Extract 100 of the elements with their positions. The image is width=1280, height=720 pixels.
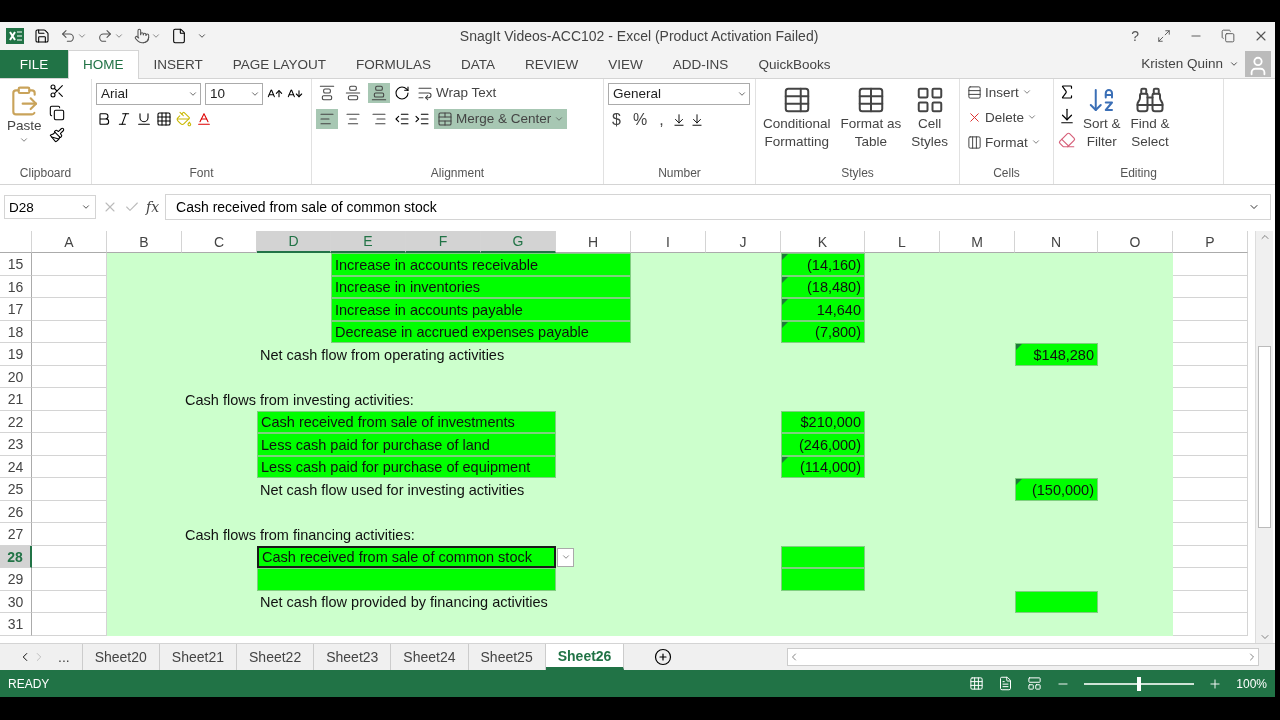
file-tab[interactable]: FILE xyxy=(0,49,68,78)
table-cell[interactable]: (150,000) xyxy=(1015,478,1098,501)
row-header[interactable]: 24 xyxy=(0,455,32,479)
orientation-icon[interactable] xyxy=(394,84,410,101)
vertical-align-button[interactable] xyxy=(368,82,390,103)
font-name-field[interactable]: Arial xyxy=(96,82,201,105)
column-header[interactable]: A xyxy=(32,231,107,254)
table-cell[interactable] xyxy=(1173,500,1248,524)
horizontal-scrollbar[interactable] xyxy=(787,648,1259,667)
table-cell[interactable] xyxy=(781,568,865,591)
styles-button[interactable]: Cell Styles xyxy=(908,82,952,167)
table-cell[interactable] xyxy=(1173,433,1248,456)
table-cell[interactable]: Less cash paid for purchase of land xyxy=(257,433,556,456)
fill-color-icon[interactable] xyxy=(176,110,192,127)
table-cell[interactable]: $148,280 xyxy=(1015,343,1098,366)
row-header[interactable]: 21 xyxy=(0,388,32,411)
ribbon-tab[interactable]: REVIEW xyxy=(510,49,594,78)
help-button[interactable]: ? xyxy=(1131,27,1139,44)
table-cell[interactable] xyxy=(1015,590,1098,614)
column-header[interactable]: J xyxy=(706,231,781,254)
table-cell[interactable]: Net cash flow used for investing activities xyxy=(257,478,781,501)
table-cell[interactable]: Increase in inventories xyxy=(331,275,631,299)
ribbon-tab[interactable]: VIEW xyxy=(593,49,658,78)
row-header[interactable]: 25 xyxy=(0,478,32,501)
table-cell[interactable]: (114,000) xyxy=(781,455,865,479)
table-cell[interactable] xyxy=(1173,410,1248,434)
table-cell[interactable] xyxy=(1173,568,1248,591)
formula-field[interactable]: Cash received from sale of common stock xyxy=(165,194,1271,221)
table-cell[interactable] xyxy=(1173,298,1248,321)
row-header[interactable]: 30 xyxy=(0,590,32,614)
table-cell[interactable] xyxy=(257,568,556,591)
row-header[interactable]: 28 xyxy=(0,545,32,569)
table-cell[interactable]: (14,160) xyxy=(781,253,865,276)
row-header[interactable]: 29 xyxy=(0,568,32,591)
undo-icon[interactable] xyxy=(60,27,76,44)
select-all-button[interactable] xyxy=(0,231,32,254)
row-header[interactable]: 15 xyxy=(0,253,32,276)
cells-button[interactable]: Format xyxy=(964,132,1044,152)
table-cell[interactable] xyxy=(1173,523,1248,546)
table-cell[interactable]: Net cash flow provided by financing activities xyxy=(257,590,781,614)
number-format-button[interactable]: , xyxy=(655,110,668,129)
ribbon-tab[interactable]: PAGE LAYOUT xyxy=(217,49,342,78)
table-cell[interactable] xyxy=(1173,590,1248,614)
ribbon-tab[interactable]: ADD-INS xyxy=(657,49,744,78)
table-cell[interactable]: Less cash paid for purchase of equipment xyxy=(257,455,556,479)
column-header[interactable]: I xyxy=(631,231,706,254)
font-size-field[interactable]: 10 xyxy=(205,82,263,105)
ribbon-tab[interactable]: DATA xyxy=(446,49,511,78)
table-cell[interactable]: Cash flows from investing activities: xyxy=(182,388,631,411)
column-header[interactable]: P xyxy=(1173,231,1248,254)
paste-button[interactable]: Paste xyxy=(4,82,45,167)
table-cell[interactable] xyxy=(1173,388,1248,411)
column-header[interactable]: K xyxy=(781,231,865,254)
name-box[interactable]: D28 xyxy=(4,195,96,220)
column-header[interactable]: F xyxy=(406,231,481,254)
row-header[interactable]: 26 xyxy=(0,500,32,524)
ribbon-tab[interactable]: FORMULAS xyxy=(341,49,447,78)
table-cell[interactable]: 14,640 xyxy=(781,298,865,321)
ribbon-tab[interactable]: INSERT xyxy=(138,49,218,78)
row-header[interactable]: 27 xyxy=(0,523,32,546)
zoom-in-icon[interactable] xyxy=(1208,676,1223,691)
table-cell[interactable]: Decrease in accrued expenses payable xyxy=(331,320,631,344)
italic-icon[interactable] xyxy=(116,110,132,127)
zoom-level[interactable]: 100% xyxy=(1236,676,1267,691)
table-cell[interactable]: Cash received from sale of investments xyxy=(257,410,556,434)
table-cell[interactable]: Increase in accounts receivable xyxy=(331,253,631,276)
font-color-icon[interactable] xyxy=(196,110,212,127)
zoom-thumb[interactable] xyxy=(1137,676,1142,691)
normal-view-icon[interactable] xyxy=(969,676,985,692)
ribbon-tab[interactable]: QuickBooks xyxy=(743,49,846,78)
editing-button[interactable]: Sort & Filter xyxy=(1080,82,1124,167)
row-header[interactable]: 17 xyxy=(0,298,32,321)
column-header[interactable]: L xyxy=(865,231,940,254)
row-header[interactable]: 23 xyxy=(0,433,32,456)
table-cell[interactable] xyxy=(1173,455,1248,479)
new-sheet-icon[interactable] xyxy=(654,648,673,667)
insert-function-button[interactable]: fx xyxy=(146,199,160,216)
increase-decimal-icon[interactable] xyxy=(671,112,686,127)
table-cell[interactable]: (246,000) xyxy=(781,433,865,456)
table-cell[interactable]: (18,480) xyxy=(781,275,865,299)
bold-icon[interactable] xyxy=(96,110,112,127)
selected-cell[interactable]: Cash received from sale of common stock xyxy=(257,545,556,569)
table-cell[interactable] xyxy=(1173,613,1248,636)
column-header[interactable]: M xyxy=(940,231,1015,254)
ribbon-tab[interactable]: HOME xyxy=(68,49,139,79)
table-cell[interactable] xyxy=(781,545,865,569)
column-header[interactable]: O xyxy=(1098,231,1173,254)
redo-icon[interactable] xyxy=(97,27,113,44)
table-cell[interactable] xyxy=(1173,253,1248,276)
restore-icon[interactable] xyxy=(1221,28,1235,43)
avatar[interactable] xyxy=(1245,50,1271,77)
row-header[interactable]: 22 xyxy=(0,410,32,434)
styles-button[interactable]: Format as Table xyxy=(837,82,905,167)
number-format-button[interactable]: $ xyxy=(608,110,625,129)
cells-button[interactable]: Delete xyxy=(964,107,1044,127)
ribbon-display-icon[interactable] xyxy=(1157,28,1171,43)
column-header[interactable]: E xyxy=(331,231,406,254)
scroll-thumb[interactable] xyxy=(1258,346,1271,529)
table-cell[interactable]: Net cash flow from operating activities xyxy=(257,343,781,366)
vertical-scrollbar[interactable] xyxy=(1255,231,1273,644)
